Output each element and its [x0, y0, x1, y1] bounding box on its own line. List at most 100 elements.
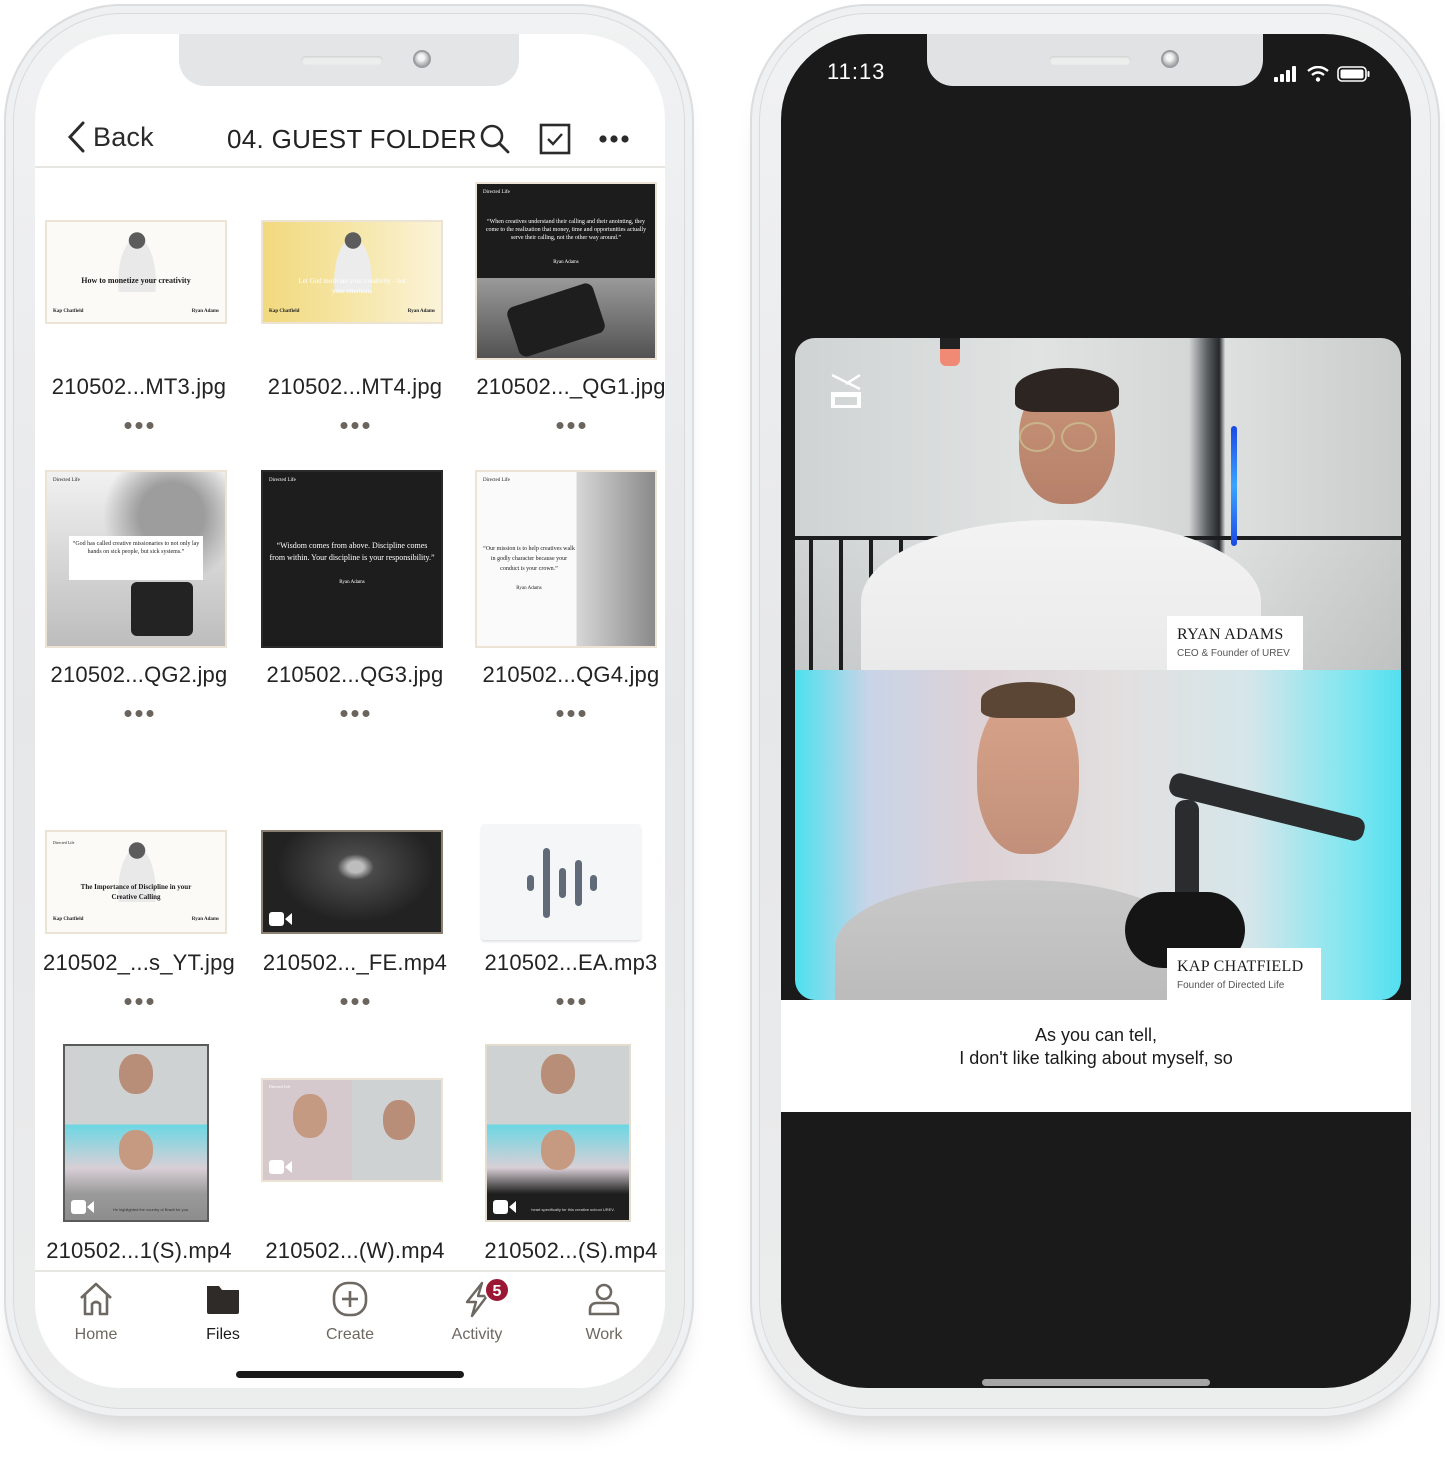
file-name: 210502...1(S).mp4: [46, 1238, 232, 1263]
home-indicator[interactable]: [236, 1371, 464, 1378]
video-camera-icon: [269, 1160, 293, 1174]
earpiece-speaker: [1049, 56, 1131, 65]
thumb-caption: He highlighted the country of Brazil for…: [112, 1207, 190, 1212]
guest-photo: [119, 1054, 153, 1094]
select-checkbox-icon[interactable]: [538, 122, 572, 156]
video-screen: 11:13 RYAN ADAMS CEO & Founder of UREV K…: [781, 34, 1411, 1388]
file-thumbnail[interactable]: [261, 830, 443, 934]
tab-files[interactable]: Files: [168, 1280, 278, 1344]
file-name: 210502...QG4.jpg: [482, 662, 660, 687]
home-indicator[interactable]: [982, 1379, 1210, 1386]
brand-logo: Directed Life: [53, 840, 75, 845]
file-more-button[interactable]: [556, 422, 586, 429]
file-more-button[interactable]: [124, 710, 154, 717]
files-screen: Back 04. GUEST FOLDER How to monetize yo…: [35, 34, 665, 1388]
signal-icon: [1274, 66, 1296, 82]
thumb-caption: heart specifically for this creative sch…: [531, 1207, 615, 1212]
thumb-guest: Ryan Adams: [191, 917, 219, 922]
led-light-strip: [1231, 426, 1237, 546]
speaker-role: CEO & Founder of UREV: [1177, 648, 1290, 659]
file-name: 210502...(W).mp4: [265, 1238, 445, 1263]
thumb-quote: “Wisdom comes from above. Discipline com…: [269, 541, 435, 562]
tab-label: Create: [325, 1326, 375, 1343]
file-more-button[interactable]: [124, 998, 154, 1005]
tab-label: Home: [74, 1326, 118, 1343]
tab-work[interactable]: Work: [549, 1280, 659, 1344]
bottom-tab-bar: Home Files Create 5 Activity Work: [35, 1270, 665, 1380]
file-more-button[interactable]: [340, 422, 370, 429]
wifi-icon: [1307, 66, 1329, 82]
file-name: 210502...MT4.jpg: [267, 374, 443, 399]
video-camera-icon: [71, 1200, 95, 1214]
thumb-host: Kap Chatfield: [53, 309, 84, 314]
brand-logo: Directed Life: [53, 478, 80, 483]
speaker-name: RYAN ADAMS: [1177, 626, 1284, 643]
file-more-button[interactable]: [340, 710, 370, 717]
person-icon: [588, 1283, 620, 1316]
front-camera: [413, 50, 431, 68]
thumb-guest: Ryan Adams: [407, 309, 435, 314]
back-button[interactable]: Back: [65, 120, 154, 154]
file-more-button[interactable]: [556, 710, 586, 717]
host-photo: [541, 1130, 575, 1170]
brand-logo: Directed Life: [269, 1084, 291, 1089]
app-header: Back 04. GUEST FOLDER: [35, 112, 665, 168]
more-horizontal-icon[interactable]: [597, 122, 631, 156]
phone-notch: [179, 34, 519, 86]
ceiling-lamp: [940, 338, 960, 366]
thumb-author: Ryan Adams: [339, 580, 365, 585]
file-thumbnail[interactable]: heart specifically for this creative sch…: [485, 1044, 631, 1222]
audio-waveform-icon: [527, 848, 597, 918]
brand-logo: Directed Life: [269, 478, 296, 483]
camera-photo: [131, 582, 193, 636]
file-thumbnail[interactable]: Directed Life “God has called creative m…: [45, 470, 227, 648]
thumb-quote: “When creatives understand their calling…: [485, 219, 647, 241]
file-thumbnail[interactable]: How to monetize your creativity Kap Chat…: [45, 220, 227, 324]
folder-icon: [207, 1286, 239, 1314]
name-lower-third: RYAN ADAMS CEO & Founder of UREV: [1167, 616, 1303, 670]
thumb-title: How to monetize your creativity: [81, 276, 191, 285]
search-icon[interactable]: [478, 122, 512, 156]
file-more-button[interactable]: [124, 422, 154, 429]
file-thumbnail[interactable]: Directed Life: [261, 1078, 443, 1182]
file-more-button[interactable]: [340, 998, 370, 1005]
file-thumbnail[interactable]: [481, 824, 641, 940]
file-thumbnail[interactable]: Directed Life “Wisdom comes from above. …: [261, 470, 443, 648]
status-time: 11:13: [827, 59, 886, 84]
home-icon: [80, 1282, 112, 1316]
tab-label: Activity: [451, 1326, 503, 1343]
chevron-left-icon: [67, 121, 85, 153]
file-thumbnail[interactable]: He highlighted the country of Brazil for…: [63, 1044, 209, 1222]
host-photo: [293, 1094, 327, 1138]
notification-badge: 5: [484, 1277, 510, 1303]
file-thumbnail[interactable]: Directed Life “Our mission is to help cr…: [475, 470, 657, 648]
host-photo: [119, 1130, 153, 1170]
tab-label: Work: [585, 1326, 623, 1343]
front-camera: [1161, 50, 1179, 68]
file-more-button[interactable]: [556, 998, 586, 1005]
tab-home[interactable]: Home: [41, 1280, 151, 1344]
video-tile-kap-chatfield[interactable]: KAP CHATFIELD Founder of Directed Life: [795, 670, 1401, 1000]
video-caption: As you can tell, I don't like talking ab…: [781, 1024, 1411, 1070]
guest-photo: [383, 1100, 415, 1140]
file-name: 210502...MT3.jpg: [51, 374, 227, 399]
phone-notch: [927, 34, 1263, 86]
battery-icon: [1337, 66, 1370, 82]
tab-create[interactable]: Create: [295, 1280, 405, 1344]
file-thumbnail[interactable]: Let God motivate your creativity - not y…: [261, 220, 443, 324]
brand-logo: Directed Life: [483, 190, 510, 195]
file-thumbnail[interactable]: Directed Life “When creatives understand…: [475, 182, 657, 360]
video-tile-ryan-adams[interactable]: RYAN ADAMS CEO & Founder of UREV: [795, 338, 1401, 670]
camera-photo: [505, 281, 607, 358]
file-name: 210502...QG2.jpg: [50, 662, 228, 687]
status-icons: [1273, 66, 1371, 82]
file-thumbnail[interactable]: Directed Life The Importance of Discipli…: [45, 830, 227, 934]
caption-area: As you can tell, I don't like talking ab…: [781, 1000, 1411, 1112]
tab-activity[interactable]: 5 Activity: [422, 1277, 532, 1344]
file-name: 210502...(S).mp4: [484, 1238, 658, 1263]
caption-line: I don't like talking about myself, so: [959, 1048, 1233, 1068]
earpiece-speaker: [301, 56, 383, 65]
folder-title: 04. GUEST FOLDER: [227, 124, 477, 154]
thumb-host: Kap Chatfield: [269, 309, 300, 314]
phone-video-player: 11:13 RYAN ADAMS CEO & Founder of UREV K…: [750, 4, 1440, 1418]
